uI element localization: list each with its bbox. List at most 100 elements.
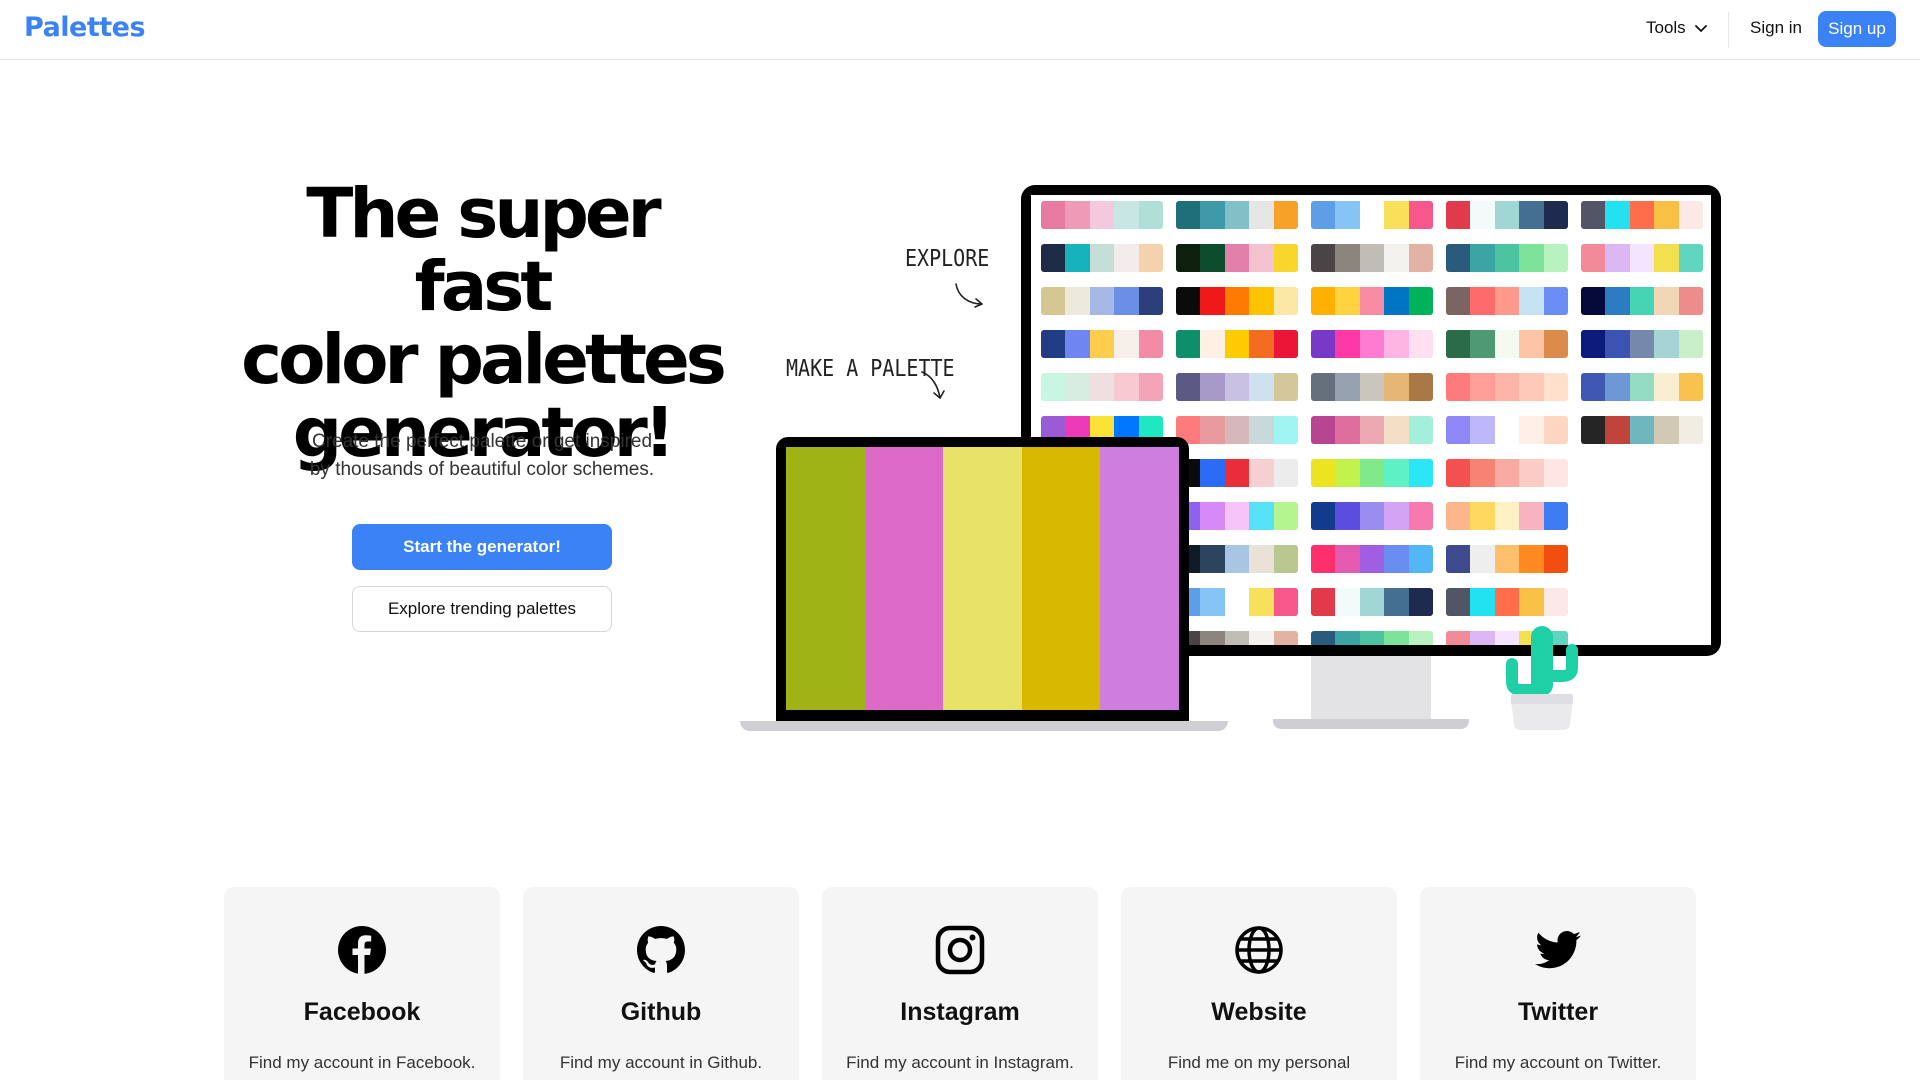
- palette-swatch: [1494, 201, 1520, 229]
- palette-swatch: [1629, 244, 1655, 272]
- palette-card: [1581, 502, 1703, 530]
- social-card-facebook[interactable]: Facebook Find my account in Facebook.: [224, 887, 500, 1080]
- palette-swatch: [1519, 588, 1544, 616]
- palette-swatch: [1249, 330, 1274, 358]
- palette-swatch: [1359, 244, 1385, 272]
- palette-swatch: [1384, 201, 1409, 229]
- palette-swatch: [1408, 588, 1433, 616]
- palette-swatch: [1408, 201, 1433, 229]
- globe-icon: [1235, 926, 1283, 974]
- palette-swatch: [1446, 502, 1471, 530]
- palette-swatch: [1273, 631, 1298, 645]
- palette-swatch: [1446, 330, 1471, 358]
- palette-swatch: [1543, 416, 1568, 444]
- palette-swatch: [1519, 502, 1544, 530]
- palette-card: [1446, 330, 1568, 358]
- palette-swatch: [1581, 244, 1606, 272]
- palette-swatch: [1446, 287, 1471, 315]
- github-icon: [637, 926, 685, 973]
- palette-swatch: [1519, 244, 1544, 272]
- palette-swatch: [1654, 373, 1679, 401]
- palette-swatch: [1089, 373, 1115, 401]
- palette-card: [1041, 201, 1163, 229]
- palette-card: [1176, 416, 1298, 444]
- palette-swatch: [1089, 244, 1115, 272]
- palette-card: [1446, 502, 1568, 530]
- start-generator-button[interactable]: Start the generator!: [352, 524, 612, 570]
- sign-in-link[interactable]: Sign in: [1750, 18, 1802, 38]
- palette-swatch: [1605, 373, 1630, 401]
- palette-card: [1581, 244, 1703, 272]
- palette-swatch: [1470, 416, 1495, 444]
- palette-swatch: [1446, 373, 1471, 401]
- palette-swatch: [1200, 244, 1225, 272]
- palette-swatch: [1629, 287, 1655, 315]
- palette-swatch: [1176, 244, 1201, 272]
- palette-swatch: [1273, 545, 1298, 573]
- explore-note: EXPLORE: [905, 244, 990, 272]
- palette-swatch: [1021, 447, 1101, 710]
- palette-swatch: [1581, 330, 1606, 358]
- palette-swatch: [1065, 330, 1090, 358]
- palette-swatch: [1494, 502, 1520, 530]
- palette-swatch: [1470, 201, 1495, 229]
- palette-swatch: [1224, 373, 1250, 401]
- palette-swatch: [1654, 459, 1679, 487]
- palette-swatch: [1100, 447, 1179, 710]
- palette-card: [1446, 416, 1568, 444]
- palette-swatch: [1470, 588, 1495, 616]
- social-card-website[interactable]: Website Find me on my personal: [1121, 887, 1397, 1080]
- facebook-icon: [338, 926, 386, 974]
- palette-swatch: [1494, 545, 1520, 573]
- palette-swatch: [1273, 502, 1298, 530]
- palette-swatch: [1605, 330, 1630, 358]
- palette-card: [1041, 287, 1163, 315]
- explore-trending-button[interactable]: Explore trending palettes: [352, 586, 612, 632]
- palette-swatch: [1654, 330, 1679, 358]
- palette-swatch: [1089, 201, 1115, 229]
- logo[interactable]: Palettes: [24, 12, 146, 43]
- palette-card: [1176, 287, 1298, 315]
- twitter-icon: [1535, 931, 1581, 969]
- palette-swatch: [1176, 330, 1201, 358]
- palette-card: [1446, 459, 1568, 487]
- palette-swatch: [1605, 502, 1630, 530]
- palette-card: [1581, 330, 1703, 358]
- social-card-twitter[interactable]: Twitter Find my account on Twitter.: [1420, 887, 1696, 1080]
- palette-swatch: [1359, 545, 1385, 573]
- palette-swatch: [1470, 330, 1495, 358]
- palette-swatch: [1200, 502, 1225, 530]
- palette-swatch: [1605, 244, 1630, 272]
- social-card-github[interactable]: Github Find my account in Github.: [523, 887, 799, 1080]
- palette-swatch: [1114, 244, 1139, 272]
- palette-swatch: [1543, 373, 1568, 401]
- palette-card: [1581, 416, 1703, 444]
- palette-swatch: [1224, 330, 1250, 358]
- palette-card: [1311, 502, 1433, 530]
- palette-card: [1176, 201, 1298, 229]
- palette-card: [1311, 201, 1433, 229]
- palette-swatch: [786, 447, 865, 710]
- palette-swatch: [1200, 588, 1225, 616]
- palette-swatch: [1224, 588, 1250, 616]
- palette-swatch: [1581, 373, 1606, 401]
- card-title: Website: [1211, 998, 1307, 1026]
- palette-swatch: [1446, 631, 1471, 645]
- palette-swatch: [1200, 416, 1225, 444]
- palette-swatch: [1359, 201, 1385, 229]
- monitor-stand: [1311, 656, 1431, 722]
- card-description: Find my account in Github.: [559, 1053, 763, 1072]
- palette-swatch: [1519, 459, 1544, 487]
- palette-swatch: [1200, 330, 1225, 358]
- palette-swatch: [1408, 373, 1433, 401]
- palette-swatch: [1359, 502, 1385, 530]
- palette-swatch: [1581, 631, 1606, 645]
- palette-swatch: [1311, 545, 1336, 573]
- palette-swatch: [1408, 244, 1433, 272]
- sign-up-button[interactable]: Sign up: [1818, 11, 1896, 47]
- palette-swatch: [1384, 416, 1409, 444]
- palette-swatch: [864, 447, 944, 710]
- social-card-instagram[interactable]: Instagram Find my account in Instagram.: [822, 887, 1098, 1080]
- palette-swatch: [1654, 287, 1679, 315]
- tools-menu[interactable]: Tools: [1646, 18, 1708, 38]
